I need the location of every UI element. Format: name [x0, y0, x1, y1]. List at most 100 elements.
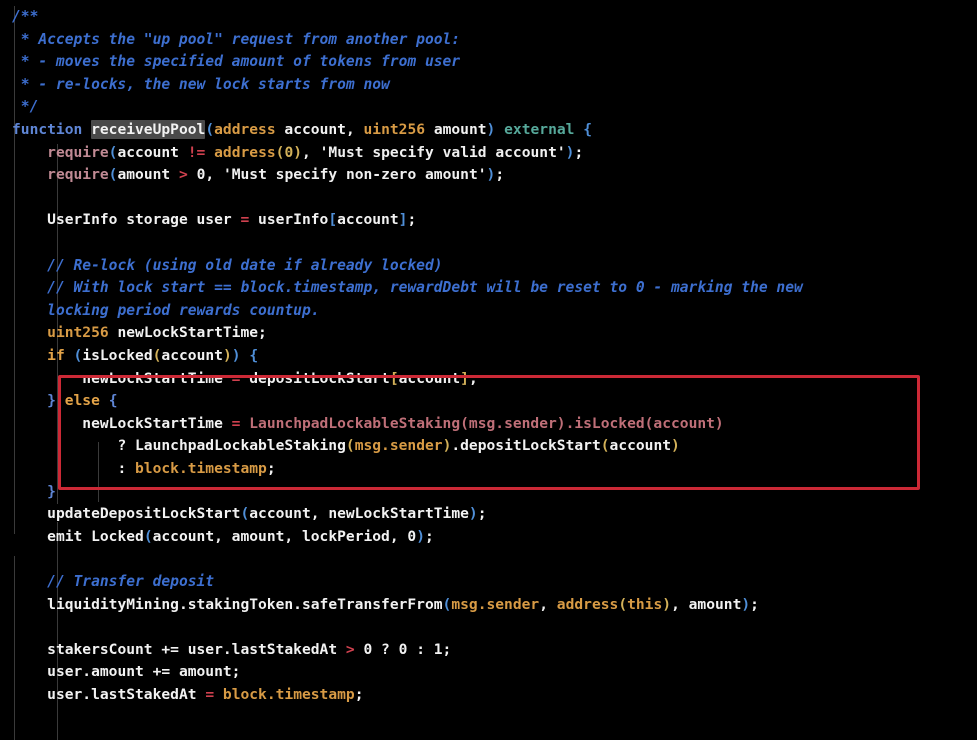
brace: }: [12, 483, 56, 500]
code-editor[interactable]: /** * Accepts the "up pool" request from…: [0, 0, 977, 740]
identifier: amount: [425, 121, 487, 138]
space: [214, 686, 223, 703]
identifier: account: [337, 211, 399, 228]
indent: [12, 302, 47, 319]
identifier: updateDepositLockStart: [47, 505, 240, 522]
code-line[interactable]: stakersCount += user.lastStakedAt > 0 ? …: [0, 639, 977, 662]
punct: ;: [478, 505, 487, 522]
paren: ): [293, 144, 302, 161]
identifier: userInfo: [249, 211, 328, 228]
comment-token: // Re-lock (using old date if already lo…: [47, 257, 442, 274]
bracket: [: [328, 211, 337, 228]
code-line[interactable]: if (isLocked(account)) {: [0, 345, 977, 368]
number: 0: [284, 144, 293, 161]
member-msg-sender: msg.sender: [451, 596, 539, 613]
comment-token: // Transfer deposit: [47, 573, 214, 590]
code-line[interactable]: * Accepts the "up pool" request from ano…: [0, 29, 977, 52]
indent: [12, 166, 47, 183]
indent: [12, 596, 47, 613]
operator: >: [179, 166, 188, 183]
code-line[interactable]: * - re-locks, the new lock starts from n…: [0, 74, 977, 97]
code-line-boxed[interactable]: newLockStartTime = depositLockStart[acco…: [0, 368, 977, 391]
identifier: isLocked: [82, 347, 152, 364]
indent: [12, 663, 47, 680]
identifier: amount: [117, 166, 179, 183]
identifier: newLockStartTime: [82, 370, 231, 387]
ternary-question: ? LaunchpadLockableStaking: [117, 437, 345, 454]
paren: (: [601, 437, 610, 454]
code-line[interactable]: updateDepositLockStart(account, newLockS…: [0, 503, 977, 526]
type-token: address: [214, 121, 276, 138]
member-block-timestamp: block.timestamp: [223, 686, 355, 703]
comment-token: // With lock start == block.timestamp, r…: [47, 279, 803, 296]
code-line-blank[interactable]: [0, 232, 977, 255]
code-line-blank[interactable]: [0, 616, 977, 639]
code-line[interactable]: locking period rewards countup.: [0, 300, 977, 323]
space: [56, 392, 65, 409]
type-token: address: [557, 596, 619, 613]
comment-token: * Accepts the "up pool" request from ano…: [12, 31, 460, 48]
code-line[interactable]: emit Locked(account, amount, lockPeriod,…: [0, 526, 977, 549]
ternary-colon: :: [117, 460, 135, 477]
code-line[interactable]: // Re-lock (using old date if already lo…: [0, 255, 977, 278]
code-line[interactable]: user.amount += amount;: [0, 661, 977, 684]
code-line[interactable]: require(account != address(0), 'Must spe…: [0, 142, 977, 165]
identifier: account: [161, 347, 223, 364]
identifier: account: [399, 370, 461, 387]
operator: !=: [188, 144, 206, 161]
punct: ,: [539, 596, 557, 613]
space: [240, 415, 249, 432]
identifier: newLockStartTime: [109, 324, 258, 341]
code-line[interactable]: * - moves the specified amount of tokens…: [0, 51, 977, 74]
code-line[interactable]: user.lastStakedAt = block.timestamp;: [0, 684, 977, 707]
paren: ): [416, 528, 425, 545]
code-line[interactable]: }: [0, 481, 977, 504]
function-name-highlight[interactable]: receiveUpPool: [91, 120, 205, 139]
type-token: uint256: [364, 121, 426, 138]
code-line-boxed[interactable]: } else {: [0, 390, 977, 413]
identifier: user.amount += amount;: [47, 663, 240, 680]
code-line-function-signature[interactable]: function receiveUpPool(address account, …: [0, 119, 977, 142]
punct: ;: [469, 370, 478, 387]
code-line-boxed[interactable]: newLockStartTime = LaunchpadLockableStak…: [0, 413, 977, 436]
contract-type: LaunchpadLockableStaking(msg.sender).isL…: [249, 415, 723, 432]
indent: [12, 144, 47, 161]
code-line[interactable]: require(amount > 0, 'Must specify non-ze…: [0, 164, 977, 187]
paren: (: [240, 505, 249, 522]
indent: [12, 415, 82, 432]
code-line[interactable]: : block.timestamp;: [0, 458, 977, 481]
type-token: uint256: [47, 324, 109, 341]
identifier: .depositLockStart: [451, 437, 600, 454]
punct: ,: [346, 121, 364, 138]
code-line[interactable]: liquidityMining.stakingToken.safeTransfe…: [0, 594, 977, 617]
code-line[interactable]: */: [0, 96, 977, 119]
paren: (: [74, 347, 83, 364]
space: [241, 347, 250, 364]
code-line[interactable]: // With lock start == block.timestamp, r…: [0, 277, 977, 300]
code-line[interactable]: uint256 newLockStartTime;: [0, 322, 977, 345]
paren: ): [741, 596, 750, 613]
keyword-external: external: [504, 121, 574, 138]
punct: ;: [495, 166, 504, 183]
code-line[interactable]: UserInfo storage user = userInfo[account…: [0, 209, 977, 232]
string-literal: 'Must specify valid account': [320, 144, 566, 161]
code-line[interactable]: // Transfer deposit: [0, 571, 977, 594]
paren: ): [469, 505, 478, 522]
indent: [12, 324, 47, 341]
punct: ;: [355, 686, 364, 703]
comment-token: */: [12, 98, 38, 115]
paren: (: [144, 528, 153, 545]
code-text-area[interactable]: /** * Accepts the "up pool" request from…: [0, 0, 977, 740]
code-line[interactable]: /**: [0, 6, 977, 29]
code-line-boxed[interactable]: ? LaunchpadLockableStaking(msg.sender).d…: [0, 435, 977, 458]
punct: ;: [425, 528, 434, 545]
ternary-expression: 0 ? 0 : 1;: [355, 641, 452, 658]
space: [574, 121, 583, 138]
identifier: liquidityMining.stakingToken.safeTransfe…: [47, 596, 442, 613]
code-line-blank[interactable]: [0, 548, 977, 571]
keyword-this: this: [627, 596, 662, 613]
code-line-blank[interactable]: [0, 187, 977, 210]
comment-token: /**: [12, 8, 38, 25]
indent: [12, 573, 47, 590]
operator: =: [205, 686, 214, 703]
